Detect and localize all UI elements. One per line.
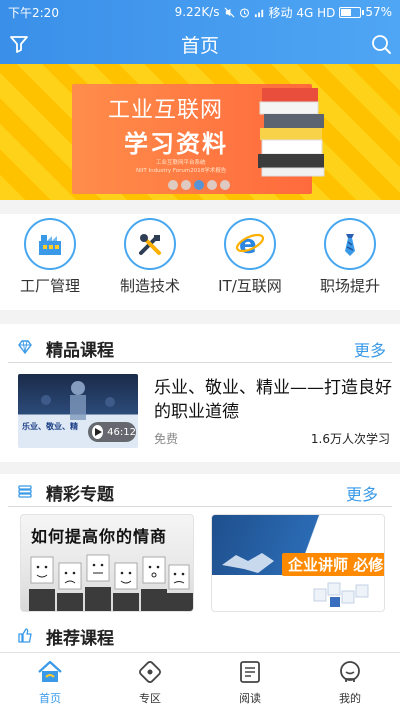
banner-caption-2: NIIT Industry Forum2018学术报告 <box>136 168 227 174</box>
topics-section-header: 精彩专题 更多 <box>0 477 400 507</box>
status-time: 下午2:20 <box>8 5 59 20</box>
banner-caption-1: 工业互联网平台系统 <box>156 160 206 166</box>
filter-icon <box>10 36 28 53</box>
topic-card-trainer[interactable]: 企业讲师 必修 <box>211 514 385 612</box>
tab-label: 阅读 <box>239 692 261 705</box>
battery-fill <box>341 8 352 16</box>
carousel-dot[interactable] <box>207 180 217 190</box>
battery-percent: 57% <box>365 5 392 19</box>
topics-title: 精彩专题 <box>46 485 114 505</box>
stack-icon <box>18 485 32 498</box>
featured-more-link[interactable]: 更多 <box>354 337 386 361</box>
course-learners: 1.6万人次学习 <box>310 432 390 446</box>
category-career-growth[interactable]: 职场提升 <box>300 218 400 296</box>
faces-illustration <box>29 554 193 611</box>
status-bar: 下午2:20 9.22K/s 移动 4G HD 57% <box>0 0 400 24</box>
status-right: 9.22K/s 移动 4G HD 57% <box>175 4 392 21</box>
divider <box>0 462 400 474</box>
banner-carousel[interactable]: 工业互联网 学习资料 工业互联网平台系统 NIIT Industry Forum… <box>0 64 400 200</box>
video-duration: 46:12 <box>107 426 136 438</box>
app-header: 首页 <box>0 24 400 64</box>
page-title: 首页 <box>180 34 219 57</box>
section-divider <box>8 362 392 363</box>
carousel-dot[interactable] <box>194 180 204 190</box>
divider <box>0 310 400 324</box>
course-title: 乐业、敬业、精业——打造良好的职业道德 <box>154 378 392 422</box>
tab-zone[interactable]: 专区 <box>100 653 200 711</box>
signal-icon <box>254 9 263 17</box>
course-price: 免费 <box>154 432 179 446</box>
search-icon <box>372 35 391 54</box>
topic-title: 企业讲师 必修 <box>282 553 384 576</box>
mute-icon <box>224 7 234 17</box>
tab-reading[interactable]: 阅读 <box>200 653 300 711</box>
tab-label: 我的 <box>339 692 361 705</box>
thumbs-up-icon <box>18 628 32 643</box>
banner-title: 工业互联网 <box>108 98 224 123</box>
thumbnail-figure <box>41 381 115 420</box>
category-grid: 工厂管理 制造技术 e IT/互联网 职场提升 <box>0 218 400 296</box>
alarm-icon <box>239 7 249 17</box>
carousel-dot[interactable] <box>168 180 178 190</box>
top-bar: 下午2:20 9.22K/s 移动 4G HD 57% 首页 <box>0 0 400 64</box>
search-button[interactable] <box>368 31 394 57</box>
tab-home[interactable]: 首页 <box>0 653 100 711</box>
carousel-dot[interactable] <box>181 180 191 190</box>
tab-label: 专区 <box>139 692 161 705</box>
battery-icon <box>339 6 365 18</box>
course-item[interactable]: 乐业、敬业、精 46:12 乐业、敬业、精业——打造良好的职业道德 免费 1.6… <box>18 372 392 452</box>
factory-icon <box>24 218 76 270</box>
tools-icon <box>124 218 176 270</box>
play-button[interactable]: 46:12 <box>88 422 136 442</box>
recommended-title: 推荐课程 <box>46 629 114 649</box>
zone-icon <box>137 659 163 685</box>
diamond-icon <box>18 340 32 355</box>
topic-card-eq[interactable]: 如何提高你的情商 <box>20 514 194 612</box>
profile-icon <box>337 659 363 685</box>
book-icon <box>237 659 263 685</box>
carousel-indicator <box>168 180 230 190</box>
category-label: 工厂管理 <box>19 277 80 295</box>
featured-title: 精品课程 <box>46 341 114 361</box>
course-thumbnail: 乐业、敬业、精 46:12 <box>18 374 138 448</box>
banner-subtitle: 学习资料 <box>124 130 228 158</box>
browser-icon: e <box>224 218 276 270</box>
books-illustration <box>258 88 325 177</box>
category-manufacturing-tech[interactable]: 制造技术 <box>100 218 200 296</box>
category-label: 制造技术 <box>119 277 180 295</box>
carousel-dot[interactable] <box>220 180 230 190</box>
network-speed: 9.22K/s <box>174 5 220 19</box>
divider <box>0 200 400 214</box>
bottom-tab-bar: 首页 专区 阅读 我的 <box>0 652 400 711</box>
thumbnail-text: 乐业、敬业、精 <box>22 422 78 431</box>
category-it-internet[interactable]: e IT/互联网 <box>200 218 300 296</box>
handshake-illustration <box>222 553 274 573</box>
category-label: IT/互联网 <box>218 277 282 295</box>
featured-section-header: 精品课程 更多 <box>0 333 400 363</box>
tab-profile[interactable]: 我的 <box>300 653 400 711</box>
category-factory-management[interactable]: 工厂管理 <box>0 218 100 296</box>
cubes-illustration <box>313 582 369 607</box>
play-icon <box>92 425 104 439</box>
recommended-section-header: 推荐课程 <box>0 621 400 649</box>
tab-label: 首页 <box>39 692 61 705</box>
carrier-label: 移动 4G HD <box>268 5 336 20</box>
filter-button[interactable] <box>6 31 32 57</box>
topics-more-link[interactable]: 更多 <box>346 481 378 505</box>
tie-icon <box>324 218 376 270</box>
section-divider <box>8 506 392 507</box>
home-icon <box>37 659 63 685</box>
category-label: 职场提升 <box>319 277 380 295</box>
